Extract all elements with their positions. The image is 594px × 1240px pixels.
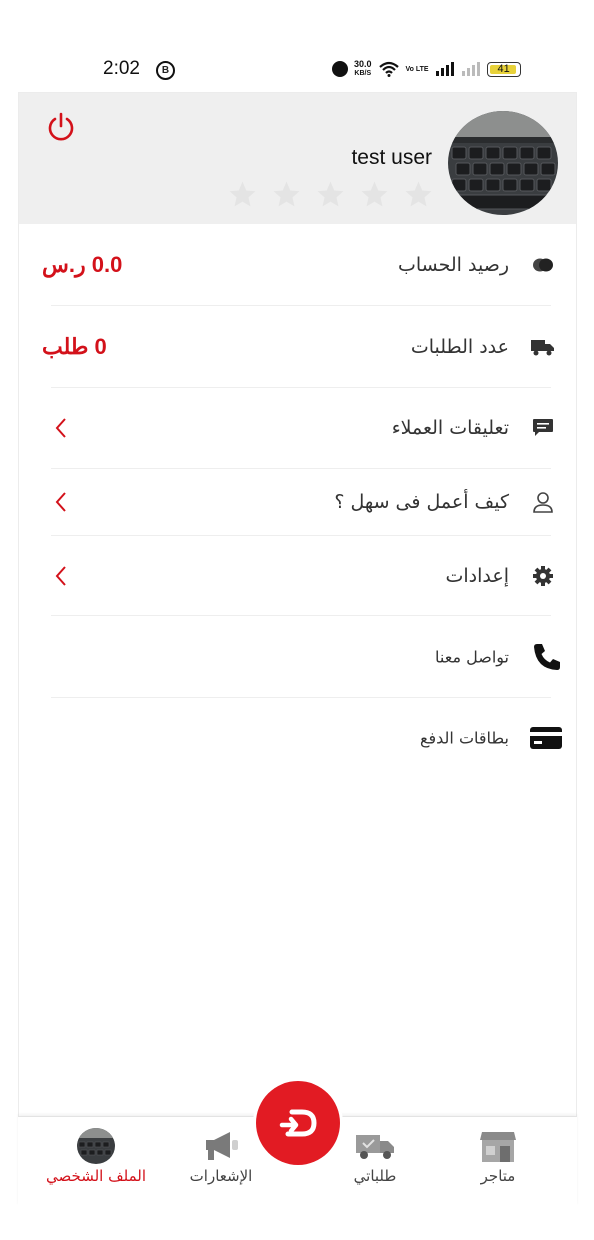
wifi-icon bbox=[378, 61, 400, 77]
star-icon bbox=[361, 181, 388, 207]
status-time: 2:02 bbox=[103, 58, 140, 79]
megaphone-icon bbox=[166, 1128, 276, 1164]
delivery-truck-icon bbox=[320, 1128, 430, 1164]
nav-notifications-label: الإشعارات bbox=[189, 1167, 253, 1185]
volte-label: Vo LTE bbox=[405, 65, 429, 73]
chevron-left-icon bbox=[55, 418, 66, 438]
balance-value: 0.0 ر.س bbox=[42, 251, 123, 277]
customer-reviews-row[interactable]: تعليقات العملاء bbox=[51, 388, 553, 469]
truck-icon bbox=[530, 334, 556, 360]
b-notification-icon: B bbox=[156, 61, 175, 80]
customer-reviews-label: تعليقات العملاء bbox=[391, 417, 509, 439]
nav-avatar bbox=[77, 1128, 115, 1164]
nav-profile-label: الملف الشخصي bbox=[46, 1167, 146, 1185]
star-icon bbox=[405, 181, 432, 207]
orders-count-row[interactable]: عدد الطلبات 0 طلب bbox=[42, 306, 554, 388]
logo-arrow-icon bbox=[279, 1109, 317, 1137]
contact-us-row[interactable]: تواصل معنا bbox=[51, 616, 560, 698]
nav-profile-avatar-wrap bbox=[41, 1128, 151, 1164]
nav-my-orders-label: طلباتي bbox=[353, 1167, 397, 1185]
alarm-icon bbox=[332, 61, 348, 77]
orders-count-label: عدد الطلبات bbox=[410, 335, 509, 358]
nav-profile[interactable]: الملف الشخصي bbox=[41, 1128, 151, 1196]
how-to-work-row[interactable]: كيف أعمل فى سهل ؟ bbox=[51, 469, 553, 536]
star-icon bbox=[317, 181, 344, 207]
power-icon[interactable] bbox=[45, 111, 77, 143]
profile-menu: رصيد الحساب 0.0 ر.س عدد الطلبات 0 طلب تع… bbox=[42, 224, 562, 778]
payment-cards-row[interactable]: بطاقات الدفع bbox=[51, 698, 562, 778]
signal-2-icon bbox=[461, 62, 481, 76]
nav-notifications[interactable]: الإشعارات bbox=[166, 1128, 276, 1196]
status-bar: 2:02 B 30.0 KB/S Vo LTE 41 bbox=[0, 52, 594, 88]
balance-label: رصيد الحساب bbox=[397, 253, 509, 276]
user-icon bbox=[530, 489, 556, 515]
battery-level: 41 bbox=[497, 63, 510, 75]
network-speed: 30.0 KB/S bbox=[354, 60, 372, 78]
avatar[interactable] bbox=[448, 111, 558, 215]
chat-icon bbox=[530, 415, 556, 441]
rating-stars bbox=[227, 179, 434, 210]
user-name: test user bbox=[351, 146, 432, 169]
signal-icon bbox=[435, 62, 455, 76]
credit-card-icon bbox=[529, 725, 563, 751]
status-indicators: 30.0 KB/S Vo LTE 41 bbox=[332, 60, 521, 78]
settings-row[interactable]: إعدادات bbox=[51, 536, 553, 616]
nav-stores-label: متاجر bbox=[480, 1167, 516, 1185]
star-icon bbox=[229, 181, 256, 207]
gear-icon bbox=[530, 563, 556, 589]
profile-header: test user bbox=[19, 93, 576, 224]
settings-label: إعدادات bbox=[445, 564, 510, 587]
chevron-left-icon bbox=[55, 492, 66, 512]
contact-us-label: تواصل معنا bbox=[435, 647, 509, 666]
star-icon bbox=[273, 181, 300, 207]
profile-panel: test user رصيد الحساب 0.0 ر.س عدد الطلبا… bbox=[18, 92, 577, 1122]
chevron-left-icon bbox=[55, 565, 66, 586]
how-to-work-label: كيف أعمل فى سهل ؟ bbox=[334, 491, 509, 513]
battery-icon: 41 bbox=[486, 61, 521, 77]
nav-stores[interactable]: متاجر bbox=[443, 1128, 553, 1196]
network-speed-unit: KB/S bbox=[354, 70, 372, 77]
network-speed-value: 30.0 bbox=[354, 59, 372, 69]
balance-row[interactable]: رصيد الحساب 0.0 ر.س bbox=[42, 224, 553, 306]
payment-cards-label: بطاقات الدفع bbox=[419, 728, 509, 748]
coins-icon bbox=[530, 252, 556, 278]
orders-count-value: 0 طلب bbox=[42, 333, 107, 359]
phone-icon bbox=[529, 639, 565, 675]
nav-my-orders[interactable]: طلباتي bbox=[320, 1128, 430, 1196]
store-icon bbox=[443, 1128, 553, 1164]
